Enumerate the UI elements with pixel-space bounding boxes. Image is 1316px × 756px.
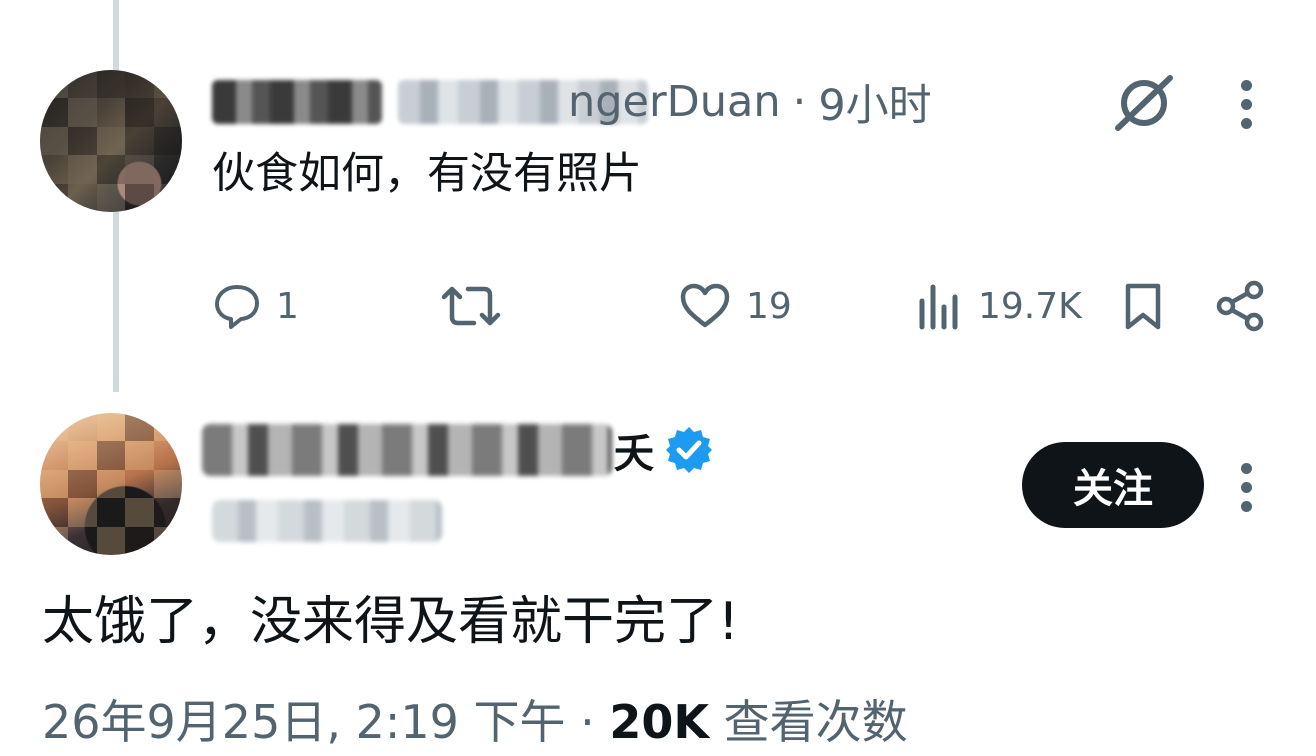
like-icon (680, 283, 730, 328)
meta-separator: · (792, 77, 807, 127)
tweet-views-label: 查看次数 (723, 695, 908, 749)
views-button[interactable]: 19.7K (914, 276, 1082, 336)
reply-header: ngerDuan · 9小时 (212, 72, 932, 132)
reply-author-avatar[interactable] (40, 70, 182, 212)
like-count: 19 (746, 285, 792, 327)
like-button[interactable]: 19 (678, 276, 792, 336)
main-author-handle-blurred[interactable] (212, 500, 442, 542)
views-icon (919, 284, 958, 330)
retweet-button[interactable] (440, 276, 516, 336)
reply-tweet-text: 伙食如何，有没有照片 (212, 149, 642, 199)
main-author-name[interactable]: 夭 (614, 421, 654, 479)
grok-icon[interactable] (1112, 72, 1176, 134)
retweet-icon (441, 286, 501, 326)
tweet-timestamp[interactable]: 26年9月25日, 2:19 下午 (42, 695, 566, 749)
bookmark-button[interactable] (1118, 276, 1168, 336)
main-tweet-text: 太饿了，没来得及看就干完了! (42, 592, 739, 652)
bookmark-icon (1125, 283, 1161, 330)
reply-icon (215, 285, 259, 329)
reply-button[interactable]: 1 (212, 276, 299, 336)
main-more-icon[interactable] (1238, 463, 1254, 512)
main-author-avatar[interactable] (40, 413, 182, 555)
reply-more-icon[interactable] (1238, 80, 1254, 129)
share-button[interactable] (1214, 276, 1268, 336)
reply-author-handle[interactable]: ngerDuan (568, 77, 781, 127)
share-icon (1216, 280, 1264, 332)
meta-dot: · (580, 695, 595, 749)
reply-time[interactable]: 9小时 (818, 71, 931, 133)
tweet-meta-row: 26年9月25日, 2:19 下午 · 20K 查看次数 (42, 690, 908, 754)
reply-author-name-blurred[interactable] (212, 80, 382, 124)
verified-badge-icon[interactable] (664, 425, 714, 475)
follow-button[interactable]: 关注 (1022, 442, 1204, 528)
tweet-views-count[interactable]: 20K (609, 695, 709, 749)
main-author-name-blurred[interactable] (202, 424, 612, 476)
views-count: 19.7K (978, 285, 1082, 327)
main-author-name-row[interactable]: 夭 (202, 420, 714, 480)
reply-count: 1 (276, 285, 299, 327)
